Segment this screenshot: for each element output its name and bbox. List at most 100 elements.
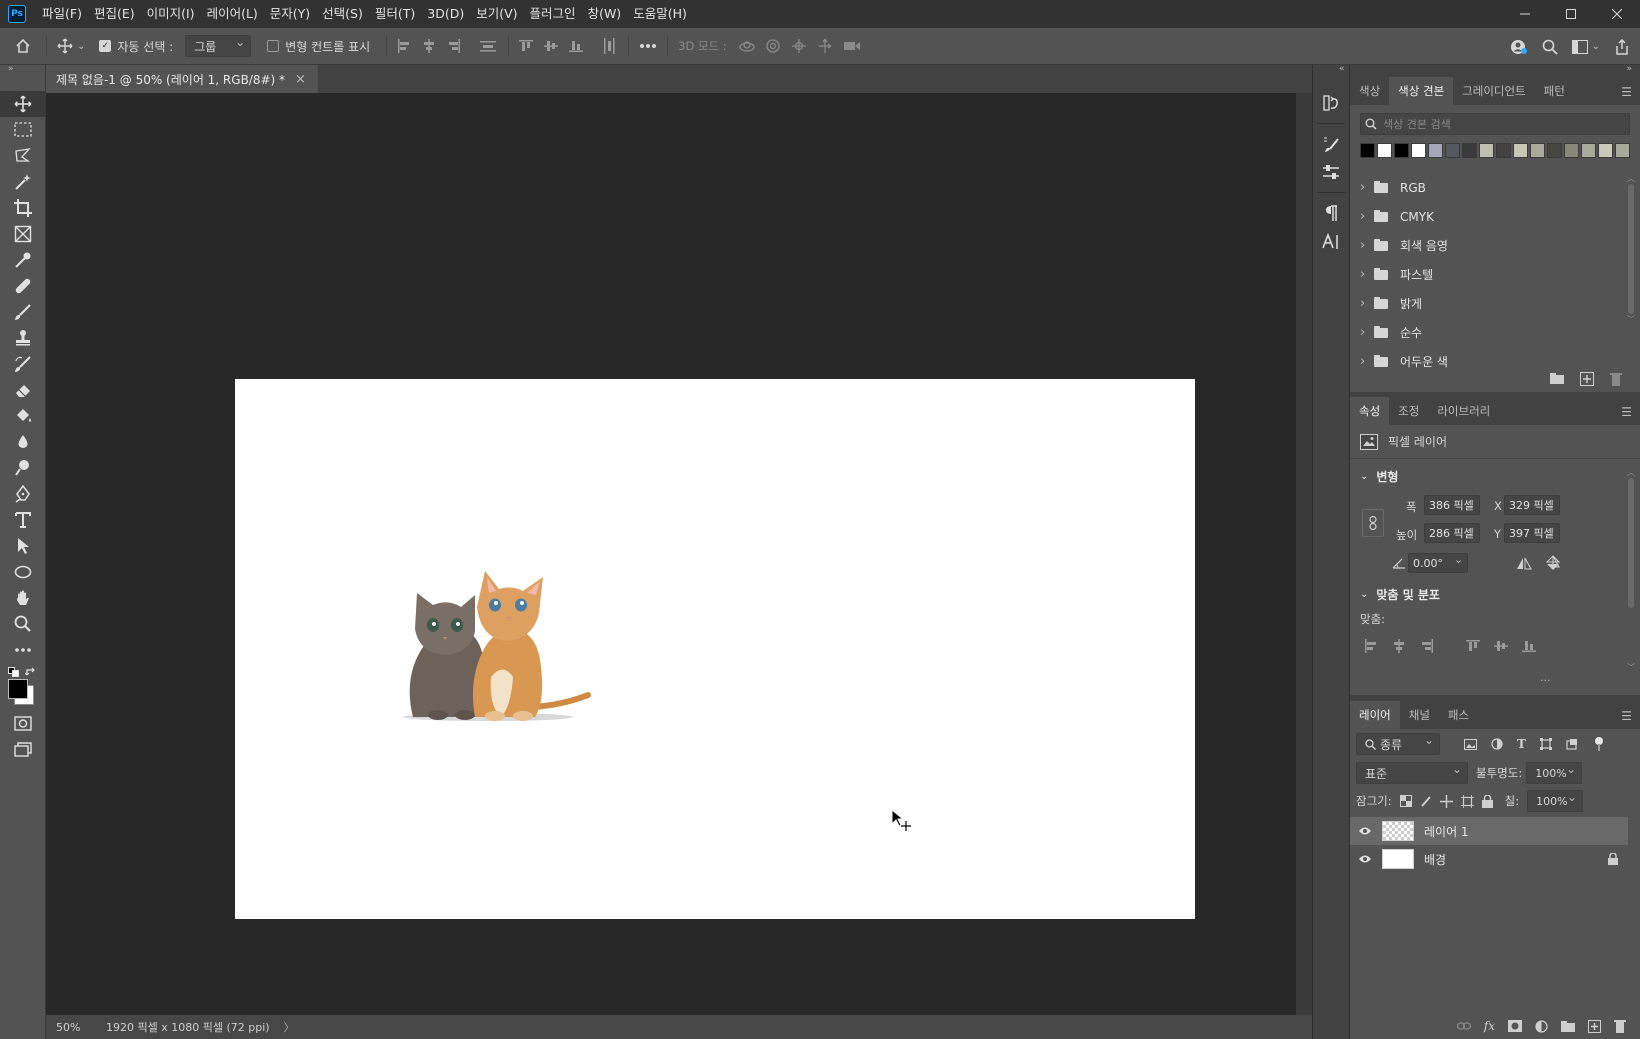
collapse-toolbar-icon[interactable]: » — [0, 65, 45, 77]
layer-name[interactable]: 배경 — [1424, 851, 1446, 868]
document-tab[interactable]: 제목 없음-1 @ 50% (레이어 1, RGB/8#) * × — [46, 65, 318, 93]
visibility-eye-icon[interactable] — [1358, 826, 1372, 836]
rectangular-marquee-tool[interactable] — [0, 117, 46, 143]
collapse-dock-icon[interactable]: » — [1350, 65, 1640, 77]
panel-menu-icon[interactable]: ☰ — [1621, 405, 1632, 419]
foreground-color-swatch[interactable] — [8, 679, 28, 699]
pan-3d-icon[interactable] — [791, 38, 807, 54]
color-swatch[interactable] — [1615, 143, 1630, 158]
chevron-right-icon[interactable]: › — [1360, 209, 1366, 224]
collapse-panels-icon[interactable]: « — [1313, 65, 1349, 79]
align-right-edges-icon[interactable] — [1420, 639, 1434, 653]
panel-menu-icon[interactable]: ☰ — [1621, 85, 1632, 99]
character-panel-button[interactable] — [1313, 227, 1349, 255]
properties-panel-tab[interactable]: 조정 — [1389, 397, 1428, 425]
more-properties-button[interactable]: ... — [1540, 671, 1551, 684]
color-swatch[interactable] — [1547, 143, 1562, 158]
lasso-tool[interactable] — [0, 143, 46, 169]
align-top-edges-icon[interactable] — [1466, 639, 1480, 653]
minimize-button[interactable] — [1502, 0, 1548, 28]
healing-brush-tool[interactable] — [0, 273, 46, 299]
menu-item[interactable]: 선택(S) — [316, 0, 369, 28]
add-mask-icon[interactable] — [1508, 1020, 1522, 1032]
close-window-button[interactable] — [1594, 0, 1640, 28]
lock-artboard-icon[interactable] — [1460, 794, 1474, 808]
more-options-button[interactable] — [639, 43, 657, 49]
swap-colors-icon[interactable] — [25, 667, 37, 677]
swatches-panel-tab[interactable]: 패턴 — [1535, 77, 1574, 105]
magic-wand-tool[interactable] — [0, 169, 46, 195]
frame-tool[interactable] — [0, 221, 46, 247]
type-tool[interactable] — [0, 507, 46, 533]
align-bottom-edges-icon[interactable] — [569, 39, 584, 53]
paint-bucket-tool[interactable] — [0, 403, 46, 429]
layer-filter-dropdown[interactable]: 종류 — [1356, 733, 1440, 755]
color-swatch[interactable] — [1564, 143, 1579, 158]
canvas[interactable] — [235, 379, 1195, 919]
transform-controls-checkbox[interactable] — [267, 40, 280, 52]
layer-thumbnail[interactable] — [1382, 849, 1414, 869]
menu-item[interactable]: 이미지(I) — [141, 0, 201, 28]
link-layers-icon[interactable] — [1456, 1021, 1471, 1031]
swatch-folder-item[interactable]: › 순수 — [1350, 318, 1618, 347]
layer-row[interactable]: 레이어 1 — [1350, 817, 1628, 845]
filter-smart-object-icon[interactable] — [1566, 738, 1578, 750]
x-field[interactable]: 329 픽셀 — [1504, 495, 1560, 515]
filter-pixel-icon[interactable] — [1464, 738, 1477, 750]
menu-item[interactable]: 편집(E) — [88, 0, 141, 28]
search-icon[interactable] — [1542, 39, 1558, 55]
color-swatch[interactable] — [1411, 143, 1426, 158]
swatch-folder-item[interactable]: › 파스텔 — [1350, 260, 1618, 289]
zoom-tool[interactable] — [0, 611, 46, 637]
clone-stamp-tool[interactable] — [0, 325, 46, 351]
properties-scrollbar[interactable]: ︿ ﹀ — [1626, 467, 1636, 677]
default-colors-icon[interactable] — [8, 667, 20, 677]
align-left-edges-icon[interactable] — [397, 39, 411, 53]
filter-shape-icon[interactable] — [1539, 738, 1552, 750]
chevron-right-icon[interactable]: › — [1360, 180, 1366, 195]
orbit-3d-icon[interactable] — [739, 39, 755, 53]
swatches-panel-tab[interactable]: 그레이디언트 — [1453, 77, 1534, 105]
scroll-thumb[interactable] — [1628, 478, 1634, 608]
maximize-button[interactable] — [1548, 0, 1594, 28]
new-group-folder-icon[interactable] — [1550, 372, 1564, 384]
filter-type-icon[interactable]: T — [1517, 737, 1526, 751]
workspace-switcher[interactable]: ⌄ — [1571, 39, 1600, 54]
eraser-tool[interactable] — [0, 377, 46, 403]
color-swatch[interactable] — [1360, 143, 1375, 158]
swatch-search-field[interactable]: 색상 견본 검색 — [1360, 113, 1630, 135]
lock-all-icon[interactable] — [1481, 794, 1493, 808]
eyedropper-tool[interactable] — [0, 247, 46, 273]
color-swatch[interactable] — [1598, 143, 1613, 158]
layer-thumbnail[interactable] — [1382, 821, 1414, 841]
chevron-down-icon[interactable]: ⌄ — [1454, 553, 1463, 566]
properties-panel-tab[interactable]: 라이브러리 — [1428, 397, 1499, 425]
scroll-down-icon[interactable]: ﹀ — [1626, 662, 1636, 673]
layers-panel-tab[interactable]: 채널 — [1400, 701, 1439, 729]
align-bottom-edges-icon[interactable] — [1522, 639, 1536, 653]
paragraph-panel-button[interactable] — [1313, 199, 1349, 227]
layers-panel-tab[interactable]: 레이어 — [1350, 701, 1400, 729]
ellipse-tool[interactable] — [0, 559, 46, 585]
auto-select-checkbox[interactable]: ✓ — [99, 40, 112, 52]
status-menu-arrow[interactable]: 〉 — [284, 1019, 295, 1035]
layer-lock-icon[interactable] — [1608, 853, 1618, 865]
history-brush-tool[interactable] — [0, 351, 46, 377]
align-horizontal-centers-icon[interactable] — [1392, 639, 1406, 653]
align-left-edges-icon[interactable] — [1364, 639, 1378, 653]
chevron-right-icon[interactable]: › — [1360, 238, 1366, 253]
color-swatch[interactable] — [1479, 143, 1494, 158]
blur-tool[interactable] — [0, 429, 46, 455]
menu-item[interactable]: 보기(V) — [470, 0, 523, 28]
photoshop-logo-icon[interactable]: Ps — [8, 5, 26, 23]
menu-item[interactable]: 도움말(H) — [627, 0, 693, 28]
filter-adjustment-icon[interactable] — [1491, 738, 1503, 750]
swatch-folder-item[interactable]: › 밝게 — [1350, 289, 1618, 318]
align-vertical-centers-icon[interactable] — [1494, 639, 1508, 653]
y-field[interactable]: 397 픽셀 — [1504, 523, 1560, 543]
align-vertical-centers-icon[interactable] — [544, 39, 559, 53]
align-section-header[interactable]: ⌄ 맞춤 및 분포 — [1350, 581, 1640, 607]
swatch-folder-item[interactable]: › RGB — [1350, 173, 1618, 202]
new-layer-icon[interactable] — [1588, 1019, 1601, 1033]
menu-item[interactable]: 문자(Y) — [264, 0, 316, 28]
